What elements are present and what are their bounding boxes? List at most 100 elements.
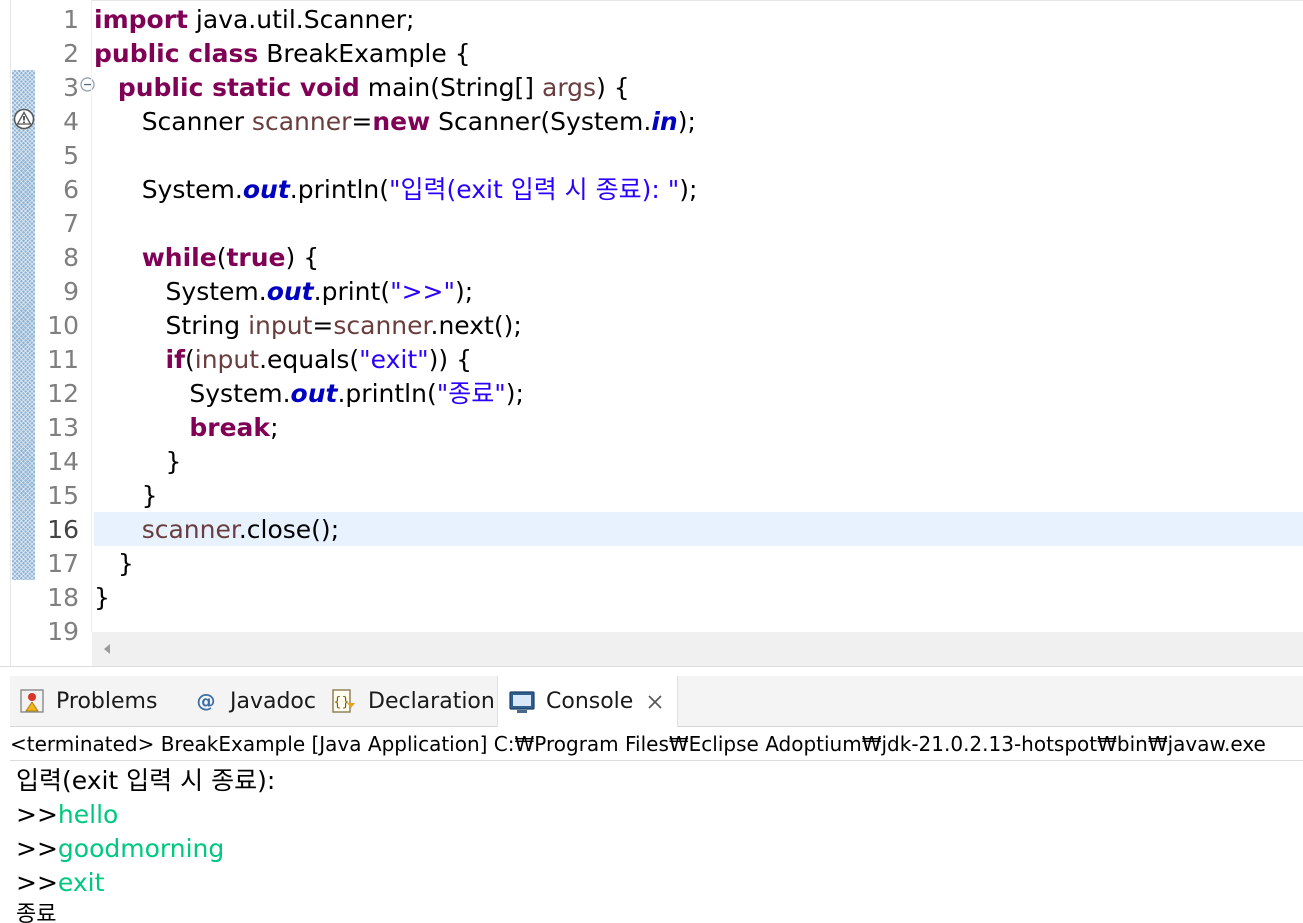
code-token: System. [141,175,243,204]
code-line: System.out.print(">>"); [94,275,474,309]
line-number: 8 [63,243,79,272]
code-line: } [94,549,134,578]
eclipse-ide: 1 2 3 4 5 6 7 8 9 10 11 12 13 14 15 16 1… [0,0,1303,923]
code-token: BreakExample { [258,39,471,68]
code-token: ( [184,345,195,374]
tab-label: Declaration [368,688,495,714]
console-output[interactable]: 입력(exit 입력 시 종료): >>hello >>goodmorning … [10,762,1303,923]
console-prompt: >> [16,800,58,829]
warning-icon[interactable] [13,108,35,130]
tab-problems[interactable]: Problems [16,676,165,726]
variable-token: scanner [251,107,352,136]
code-token: .close(); [238,515,340,544]
code-token: ); [505,379,524,408]
code-token: System. [165,277,267,306]
code-token: String [165,311,249,340]
code-line: } [94,583,110,612]
line-number: 4 [63,107,79,136]
code-token: .println( [337,379,437,408]
code-token: ) { [285,243,320,272]
keyword-token: true [226,243,286,272]
code-line: public static void main(String[] args) { [94,71,630,105]
line-number: 19 [47,617,79,646]
keyword-token: new [372,107,431,136]
tab-label: Javadoc [230,688,316,714]
tab-label: Problems [56,688,158,714]
variable-token: input [194,345,260,374]
console-input: goodmorning [57,834,225,863]
code-token: .println( [289,175,390,204]
line-number: 11 [47,345,79,374]
declaration-icon: {} [332,689,355,713]
javadoc-icon: @ [197,690,216,712]
tab-label: Console [546,689,634,714]
line-number-ruler: 1 2 3 4 5 6 7 8 9 10 11 12 13 14 15 16 1… [35,0,95,646]
code-line: } [94,447,182,476]
line-number: 14 [47,447,79,476]
string-token: "입력(exit 입력 시 종료): " [389,175,680,204]
variable-token: args [542,73,597,102]
console-text: 종료 [16,902,57,923]
code-token: ( [216,243,227,272]
code-token: Scanner(System. [430,107,652,136]
horizontal-scrollbar[interactable] [92,632,1303,666]
console-line: >>exit [16,866,104,900]
keyword-token: public static void [117,73,360,102]
keyword-token: import [94,5,188,34]
code-token: )) { [428,345,472,374]
line-number: 3 [63,73,79,102]
line-number: 9 [63,277,79,306]
code-token: .equals( [259,345,360,374]
code-token: .next(); [430,311,522,340]
quick-diff-bar [12,70,35,580]
console-icon [509,690,535,713]
string-token: ">>" [390,277,455,306]
code-token: ); [455,277,474,306]
code-editor[interactable]: 1 2 3 4 5 6 7 8 9 10 11 12 13 14 15 16 1… [10,0,1303,666]
line-number: 1 [63,5,79,34]
scroll-left-arrow-icon[interactable] [100,641,114,657]
code-token: = [312,311,334,340]
keyword-token: while [141,243,217,272]
code-line: import java.util.Scanner; [94,3,414,37]
code-line: break; [94,411,278,445]
code-line: System.out.println("입력(exit 입력 시 종료): ")… [94,173,698,207]
keyword-token: public class [94,39,259,68]
tab-declaration[interactable]: {} Declaration [322,676,503,726]
string-token: "exit" [359,345,429,374]
line-number: 6 [63,175,79,204]
tab-javadoc[interactable]: @ Javadoc [184,676,324,726]
line-number: 2 [63,39,79,68]
line-number: 5 [63,141,79,170]
code-text-area[interactable]: import java.util.Scanner; public class B… [92,0,1303,632]
code-token: ); [677,107,696,136]
line-number: 10 [47,311,79,340]
console-prompt: >> [16,868,58,897]
close-icon[interactable] [647,694,663,710]
code-token: main(String[] [359,73,543,102]
console-prompt: >> [16,834,58,863]
code-token: System. [189,379,291,408]
line-number: 7 [63,209,79,238]
vertical-ruler [11,0,35,632]
line-number: 17 [47,549,79,578]
line-number-current: 16 [47,515,79,544]
line-number: 12 [47,379,79,408]
console-input: hello [57,800,119,829]
tab-console[interactable]: Console [497,676,679,727]
static-field-token: out [242,175,290,204]
static-field-token: out [266,277,314,306]
svg-text:@: @ [197,690,216,712]
code-line: if(input.equals("exit")) { [94,343,472,377]
code-token: .print( [313,277,391,306]
code-line: } [94,481,158,510]
variable-token: scanner [333,311,431,340]
